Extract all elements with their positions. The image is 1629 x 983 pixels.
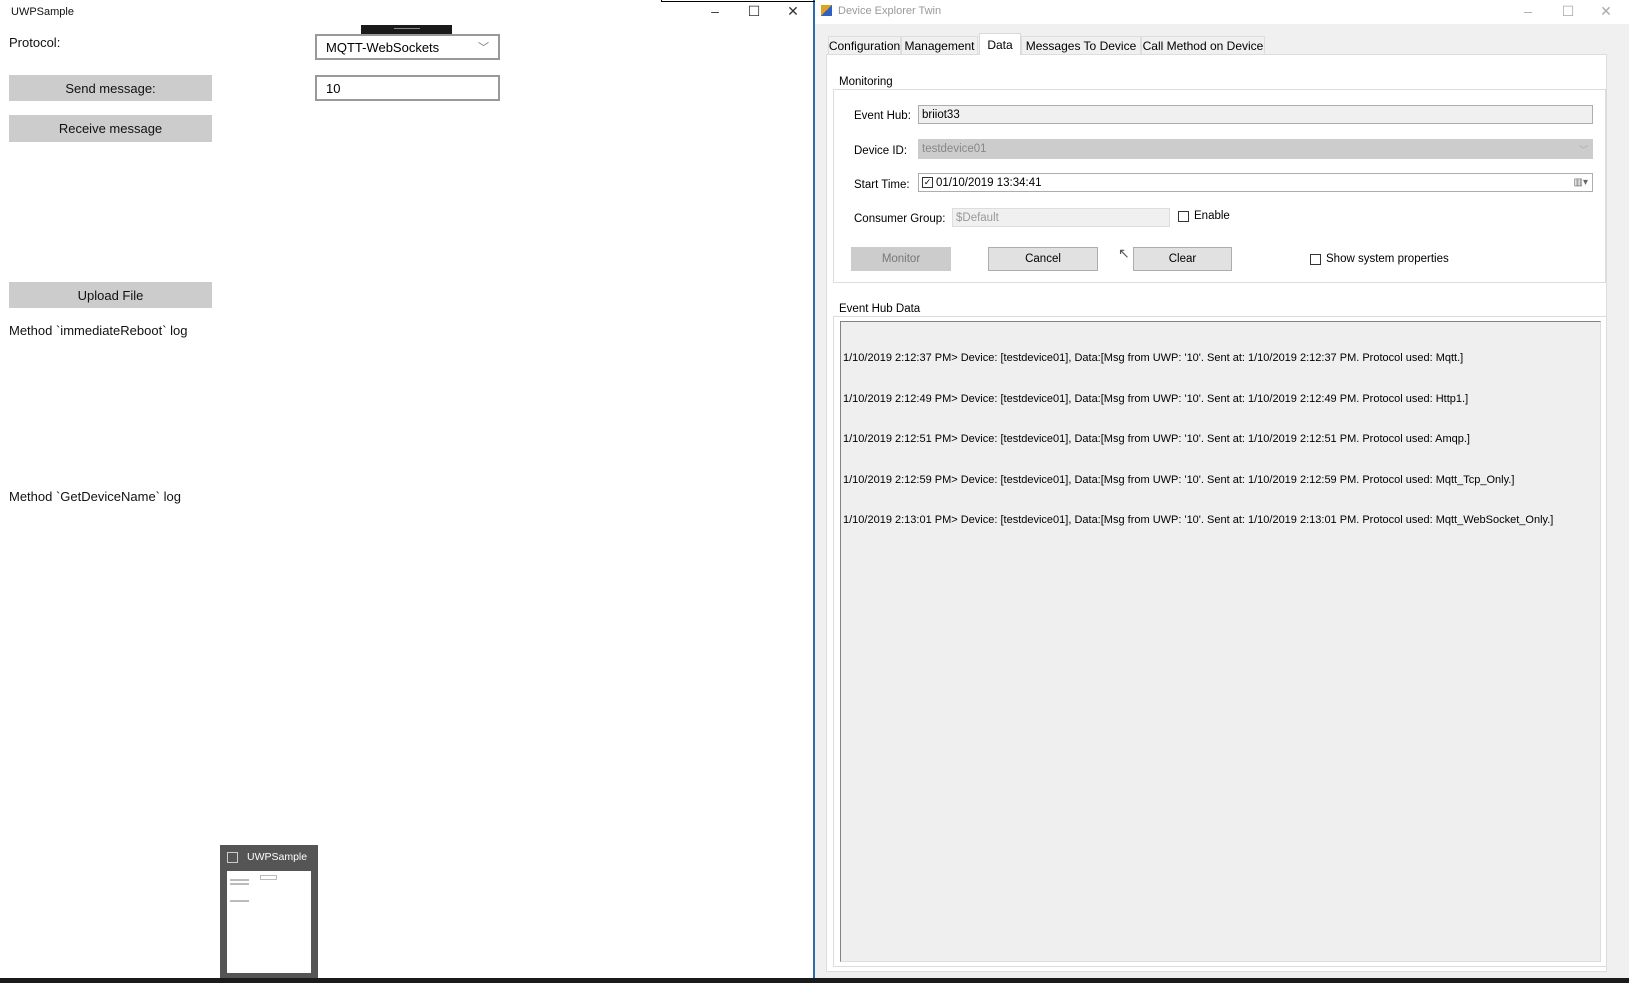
tab-data[interactable]: Data xyxy=(979,33,1021,55)
app-icon xyxy=(821,5,832,16)
tab-management[interactable]: Management xyxy=(901,36,978,54)
mouse-cursor-icon: ↖ xyxy=(1118,245,1130,261)
tab-call-method[interactable]: Call Method on Device xyxy=(1141,36,1265,54)
start-time-value: 01/10/2019 13:34:41 xyxy=(936,176,1042,189)
maximize-icon[interactable]: ☐ xyxy=(739,3,769,20)
start-time-picker[interactable]: ✓ 01/10/2019 13:34:41 ▥▾ xyxy=(918,173,1593,192)
taskbar-thumbnail[interactable]: UWPSample xyxy=(220,845,318,978)
show-system-properties-checkbox[interactable]: Show system properties xyxy=(1310,253,1449,265)
close-icon[interactable]: ✕ xyxy=(778,3,808,20)
minimize-icon[interactable]: – xyxy=(1513,3,1543,19)
uwp-sample-window: UWPSample – ☐ ✕ Protocol: MQTT-WebSocket… xyxy=(0,0,1629,983)
upload-file-button[interactable]: Upload File xyxy=(9,282,212,308)
devicename-log-label: Method `GetDeviceName` log xyxy=(9,489,181,504)
window-title: UWPSample xyxy=(11,6,74,18)
cancel-button[interactable]: Cancel xyxy=(988,247,1098,271)
checkbox-icon xyxy=(1178,210,1189,222)
tab-messages-to-device[interactable]: Messages To Device xyxy=(1021,36,1141,54)
chevron-down-icon: ﹀ xyxy=(1578,144,1588,155)
message-value: 10 xyxy=(326,80,341,96)
reboot-log-label: Method `immediateReboot` log xyxy=(9,323,188,338)
device-id-label: Device ID: xyxy=(854,145,908,157)
protocol-label: Protocol: xyxy=(9,35,61,50)
tab-configuration[interactable]: Configuration xyxy=(828,36,901,54)
maximize-icon[interactable]: ☐ xyxy=(1553,3,1583,20)
event-hub-label: Event Hub: xyxy=(854,110,911,122)
drag-handle[interactable] xyxy=(361,25,452,34)
consumer-group-label: Consumer Group: xyxy=(854,213,946,225)
minimize-icon[interactable]: – xyxy=(700,3,730,19)
event-hub-value: briiot33 xyxy=(922,108,960,121)
device-explorer-window: Device Explorer Twin – ☐ ✕ Configuration… xyxy=(815,0,1629,978)
window-title: Device Explorer Twin xyxy=(838,5,942,17)
thumbnail-preview xyxy=(227,871,311,973)
send-message-button[interactable]: Send message: xyxy=(9,75,212,101)
calendar-dropdown-icon[interactable]: ▥▾ xyxy=(1574,177,1588,188)
consumer-group-field[interactable]: $Default xyxy=(952,208,1170,227)
monitor-button[interactable]: Monitor xyxy=(851,247,951,271)
log-line: 1/10/2019 2:12:37 PM> Device: [testdevic… xyxy=(843,352,1464,364)
receive-message-button[interactable]: Receive message xyxy=(9,115,212,142)
log-line: 1/10/2019 2:12:51 PM> Device: [testdevic… xyxy=(843,433,1470,445)
log-line: 1/10/2019 2:12:59 PM> Device: [testdevic… xyxy=(843,473,1515,486)
consumer-group-value: $Default xyxy=(956,211,999,224)
thumbnail-title: UWPSample xyxy=(247,851,308,863)
event-hub-data-title: Event Hub Data xyxy=(837,303,923,315)
clear-button[interactable]: Clear xyxy=(1133,247,1232,271)
checkbox-icon xyxy=(1310,253,1321,265)
monitoring-title: Monitoring xyxy=(837,76,895,88)
start-time-label: Start Time: xyxy=(854,179,910,191)
device-id-value: testdevice01 xyxy=(922,143,987,155)
device-id-dropdown[interactable]: testdevice01 ﹀ xyxy=(918,139,1593,159)
app-icon xyxy=(227,852,238,863)
enable-checkbox[interactable]: Enable xyxy=(1178,210,1230,222)
log-line: 1/10/2019 2:13:01 PM> Device: [testdevic… xyxy=(843,514,1554,526)
enable-label: Enable xyxy=(1194,210,1230,222)
event-hub-data-textbox[interactable]: 1/10/2019 2:12:37 PM> Device: [testdevic… xyxy=(840,321,1601,962)
event-hub-field[interactable]: briiot33 xyxy=(918,105,1593,124)
message-input[interactable]: 10 xyxy=(315,75,500,101)
show-system-properties-label: Show system properties xyxy=(1326,253,1449,265)
protocol-value: MQTT-WebSockets xyxy=(326,39,440,55)
taskbar xyxy=(0,978,1629,983)
close-icon[interactable]: ✕ xyxy=(1591,3,1621,20)
log-line: 1/10/2019 2:12:49 PM> Device: [testdevic… xyxy=(843,392,1469,405)
protocol-dropdown[interactable]: MQTT-WebSockets ﹀ xyxy=(315,34,500,60)
start-time-checkbox[interactable]: ✓ xyxy=(922,177,933,188)
chevron-down-icon: ﹀ xyxy=(478,42,489,54)
